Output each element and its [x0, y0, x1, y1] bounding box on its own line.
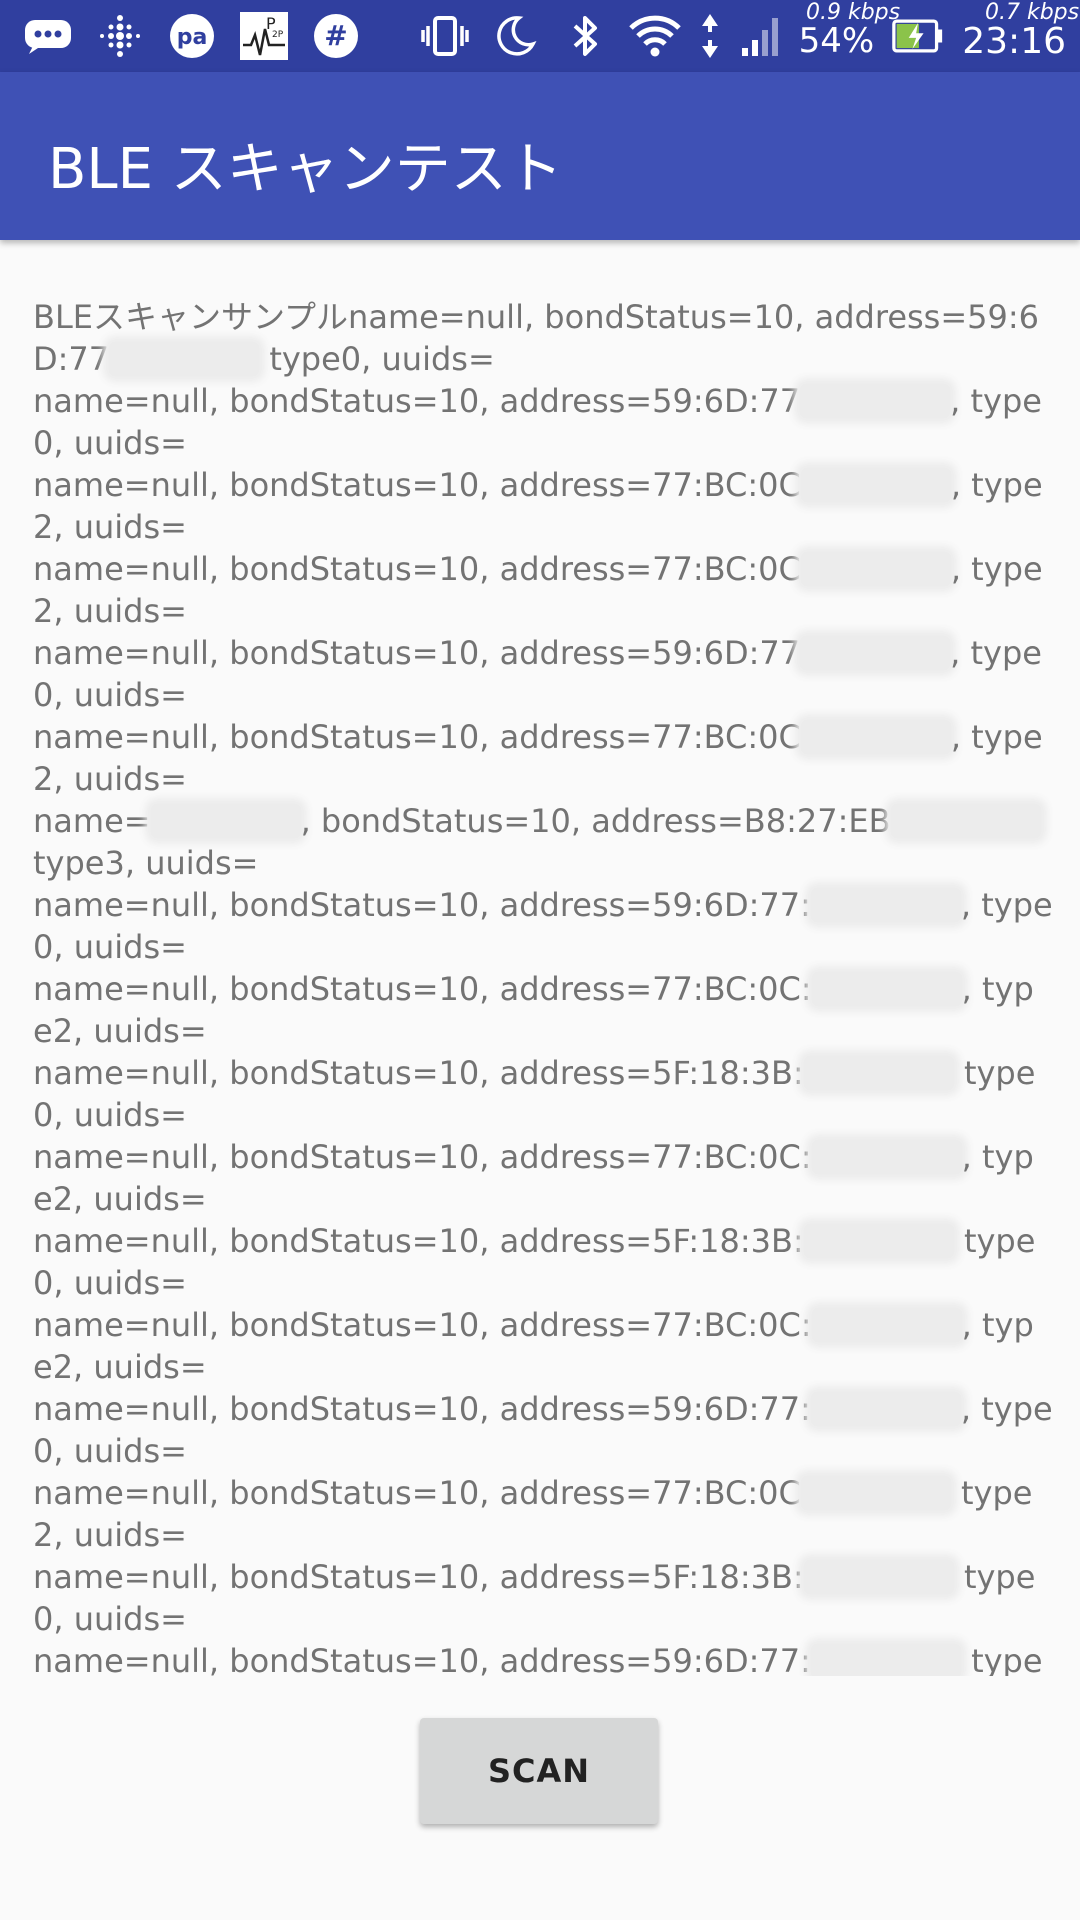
signal-icon: [739, 10, 781, 62]
log-entry-suffix: type0, uuids=: [259, 340, 495, 378]
p2p-app-icon: P 2P: [238, 10, 290, 62]
log-entry-prefix: name=null, bondStatus=10, address=59:6D:…: [33, 1642, 811, 1676]
battery-percent: 54%: [798, 21, 875, 61]
bluetooth-icon: [559, 10, 611, 62]
redacted-value: [810, 888, 961, 922]
log-entry-prefix: name=null, bondStatus=10, address=5F:18:…: [33, 1054, 804, 1092]
log-entry: name=null, bondStatus=10, address=5F:18:…: [33, 1052, 1053, 1136]
log-entry-prefix: name=null, bondStatus=10, address=77:BC:…: [33, 1474, 801, 1512]
wifi-icon: [628, 10, 681, 62]
log-entry-prefix: name=null, bondStatus=10, address=5F:18:…: [33, 1222, 804, 1260]
log-entry: name=null, bondStatus=10, address=77:BC:…: [33, 1472, 1053, 1556]
redacted-value: [803, 1056, 954, 1090]
log-entry-prefix: name=null, bondStatus=10, address=77:BC:…: [33, 970, 812, 1008]
log-entry-prefix: name=null, bondStatus=10, address=59:6D:…: [33, 634, 801, 672]
log-entry-prefix: name=null, bondStatus=10, address=77:BC:…: [33, 718, 801, 756]
redacted-value: [810, 1392, 961, 1426]
redacted-value: [803, 1560, 954, 1594]
system-icons: 54% 23:16: [419, 0, 1066, 72]
log-entry-prefix: name=null, bondStatus=10, address=77:BC:…: [33, 550, 801, 588]
log-entry: name=null, bondStatus=10, address=77:BC:…: [33, 968, 1053, 1052]
log-entry: name=null, bondStatus=10, address=77:BC:…: [33, 464, 1053, 548]
scan-log-text: BLEスキャンサンプル name=null, bondStatus=10, add…: [33, 296, 1053, 1676]
redacted-value: [811, 1308, 962, 1342]
redacted-value: [800, 1476, 951, 1510]
log-entry: name=null, bondStatus=10, address=59:6D:…: [33, 1640, 1053, 1676]
log-entry-prefix: name=null, bondStatus=10, address=59:6D:…: [33, 382, 801, 420]
svg-text:2P: 2P: [272, 30, 284, 40]
log-entry: name=null, bondStatus=10, address=77:BC:…: [33, 1136, 1053, 1220]
log-entry: BLEスキャンサンプルname=null, bondStatus=10, add…: [33, 296, 1053, 380]
log-entry-prefix: name=null, bondStatus=10, address=77:BC:…: [33, 1306, 812, 1344]
log-header: BLEスキャンサンプル: [33, 298, 349, 336]
slack-icon: #: [310, 10, 362, 62]
log-entry-prefix: name=null, bondStatus=10, address=59:6D:…: [33, 1390, 811, 1428]
log-entry: name=null, bondStatus=10, address=5F:18:…: [33, 1556, 1053, 1640]
svg-text:pa: pa: [177, 25, 208, 50]
log-entry: name=null, bondStatus=10, address=59:6D:…: [33, 1388, 1053, 1472]
svg-text:#: #: [324, 19, 347, 52]
app-title: BLE スキャンテスト: [48, 137, 563, 202]
redacted-address: [890, 804, 1041, 838]
redacted-value: [800, 636, 951, 670]
log-entry: name=null, bondStatus=10, address=59:6D:…: [33, 380, 1053, 464]
redacted-value: [800, 384, 951, 418]
log-entry-prefix: name=: [33, 802, 151, 840]
log-entry-prefix: name=null, bondStatus=10, address=59:6D:…: [33, 886, 811, 924]
scan-log: BLEスキャンサンプル name=null, bondStatus=10, add…: [33, 296, 1053, 1676]
log-entry-prefix: name=null, bondStatus=10, address=77:BC:…: [33, 466, 801, 504]
log-entry: name=null, bondStatus=10, address=5F:18:…: [33, 1220, 1053, 1304]
redacted-value: [800, 468, 951, 502]
clock: 23:16: [962, 20, 1066, 62]
data-arrows-icon: [699, 10, 721, 62]
scan-button[interactable]: SCAN: [420, 1718, 658, 1824]
redacted-value: [803, 1224, 954, 1258]
pa-app-icon: pa: [166, 10, 218, 62]
battery-charging-icon: [892, 10, 944, 62]
log-entry-prefix: name=null, bondStatus=10, address=77:BC:…: [33, 1138, 812, 1176]
redacted-value: [811, 972, 962, 1006]
redacted-value: [810, 1644, 961, 1676]
log-entry: name=null, bondStatus=10, address=59:6D:…: [33, 884, 1053, 968]
log-entry: name=null, bondStatus=10, address=59:6D:…: [33, 632, 1053, 716]
redacted-value: [800, 720, 951, 754]
redacted-value: [811, 1140, 962, 1174]
redacted-value: [150, 804, 301, 838]
log-entry-prefix: name=null, bondStatus=10, address=5F:18:…: [33, 1558, 804, 1596]
log-entry-middle: , bondStatus=10, address=B8:27:EB: [300, 802, 891, 840]
log-entry: name=, bondStatus=10, address=B8:27:EB t…: [33, 800, 1053, 884]
redacted-value: [109, 342, 260, 376]
vibrate-icon: [419, 10, 471, 62]
notification-icons: pa P 2P #: [22, 0, 362, 72]
app-bar: BLE スキャンテスト: [0, 72, 1080, 240]
status-bar: pa P 2P # 0.9 kbps 0.7 kbps 54% 23:16: [0, 0, 1080, 72]
log-entry: name=null, bondStatus=10, address=77:BC:…: [33, 716, 1053, 800]
log-entry: name=null, bondStatus=10, address=77:BC:…: [33, 548, 1053, 632]
message-dots-icon: [22, 10, 74, 62]
log-entry: name=null, bondStatus=10, address=77:BC:…: [33, 1304, 1053, 1388]
fitbit-icon: [94, 10, 146, 62]
do-not-disturb-moon-icon: [489, 10, 541, 62]
redacted-value: [800, 552, 951, 586]
